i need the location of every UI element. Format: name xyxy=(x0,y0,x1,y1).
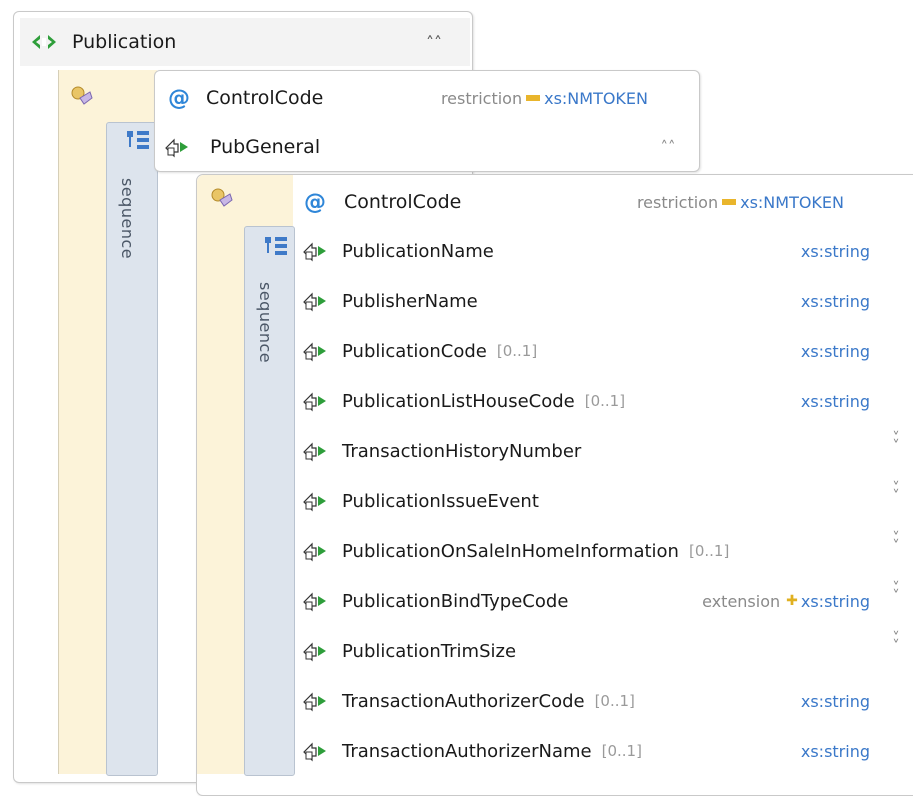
cardinality: [0..1] xyxy=(688,542,730,560)
element-row[interactable]: PublicationName xs:string xyxy=(300,226,870,276)
element-name-group: TransactionAuthorizerCode [0..1] xyxy=(342,691,801,712)
attribute-type: xs:NMTOKEN xyxy=(544,88,648,108)
attributes-group-icon xyxy=(211,188,233,207)
element-name: PublicationBindTypeCode xyxy=(342,590,569,612)
sequence-icon xyxy=(265,237,287,255)
element-type: xs:string xyxy=(800,691,870,711)
cardinality: [0..1] xyxy=(496,342,538,360)
expand-chevron-icon[interactable]: ˅ ˅ xyxy=(888,631,904,654)
restriction-icon xyxy=(722,199,737,205)
element-name-group: PublicationCode [0..1] xyxy=(342,341,801,362)
element-name-group: TransactionHistoryNumber xyxy=(342,441,870,462)
element-arrow-icon xyxy=(302,740,328,762)
element-arrow-icon xyxy=(302,540,328,562)
element-name: TransactionAuthorizerName xyxy=(342,740,592,762)
element-name: TransactionHistoryNumber xyxy=(342,440,582,462)
element-name-group: PublicationIssueEvent xyxy=(342,491,870,512)
element-arrow-icon xyxy=(302,240,328,262)
element-name-group: PublisherName xyxy=(342,291,801,312)
element-type-group: xs:string xyxy=(801,242,870,261)
element-row[interactable]: PublisherName xs:string xyxy=(300,276,870,326)
pubgeneral-name: PubGeneral xyxy=(210,136,321,158)
element-row[interactable]: PublicationOnSaleInHomeInformation [0..1]… xyxy=(300,526,900,576)
expand-chevron-icon[interactable]: ˅ ˅ xyxy=(888,481,904,504)
sequence-label: sequence xyxy=(256,282,275,364)
restriction-icon xyxy=(526,95,541,101)
attribute-name: ControlCode xyxy=(344,191,462,213)
sequence-label: sequence xyxy=(118,178,137,260)
element-type-group: xs:string xyxy=(801,392,870,411)
element-name-group: PublicationOnSaleInHomeInformation [0..1] xyxy=(342,541,870,562)
pubgeneral-header[interactable]: PubGeneral ˄˄ xyxy=(160,124,696,170)
element-type: xs:string xyxy=(800,241,870,261)
element-name: PublicationName xyxy=(342,240,494,262)
element-name: PublisherName xyxy=(342,290,478,312)
element-row[interactable]: PublicationCode [0..1] xs:string xyxy=(300,326,870,376)
element-type: xs:string xyxy=(800,741,870,761)
pubgeneral-attribute-row[interactable]: @ ControlCode restriction xs:NMTOKEN xyxy=(300,180,886,224)
element-type-group: xs:string xyxy=(801,292,870,311)
element-arrow-icon xyxy=(302,390,328,412)
element-arrow-icon xyxy=(165,138,188,158)
element-row[interactable]: TransactionHistoryNumber ˅ ˅ xyxy=(300,426,900,476)
attribute-icon: @ xyxy=(168,85,190,111)
publication-name: Publication xyxy=(72,31,177,53)
element-name-group: PublicationName xyxy=(342,241,801,262)
extension-plus-icon: ✚ xyxy=(786,593,798,609)
collapse-chevron-icon[interactable]: ˄˄ xyxy=(426,33,442,52)
element-icon xyxy=(32,35,56,49)
element-arrow-icon xyxy=(302,340,328,362)
element-name: PublicationListHouseCode xyxy=(342,390,575,412)
expand-chevron-icon[interactable]: ˅ ˅ xyxy=(888,431,904,454)
cardinality: [0..1] xyxy=(584,392,626,410)
element-name: PublicationCode xyxy=(342,340,487,362)
element-row[interactable]: PublicationTrimSize ˅ ˅ xyxy=(300,626,900,676)
element-name: PublicationIssueEvent xyxy=(342,490,539,512)
element-arrow-icon xyxy=(302,590,328,612)
publication-attribute-row[interactable]: @ ControlCode restriction xs:NMTOKEN xyxy=(164,76,684,120)
restriction-label: restriction xyxy=(636,192,719,212)
element-row[interactable]: TransactionAuthorizerName [0..1] xs:string xyxy=(300,726,870,776)
cardinality: [0..1] xyxy=(601,742,642,760)
element-arrow-icon xyxy=(302,640,328,662)
expand-chevron-icon[interactable]: ˅ ˅ xyxy=(888,531,904,554)
collapse-chevron-icon[interactable]: ˄˄ xyxy=(660,138,676,156)
element-name: PublicationTrimSize xyxy=(342,640,517,662)
element-row[interactable]: PublicationListHouseCode [0..1] xs:string xyxy=(300,376,870,426)
element-type: xs:string xyxy=(800,291,870,311)
publication-header[interactable]: Publication ˄˄ xyxy=(20,18,470,66)
attribute-icon: @ xyxy=(304,189,326,215)
element-type: xs:string xyxy=(800,341,870,361)
element-type-group: xs:string xyxy=(801,692,870,711)
attributes-group-icon xyxy=(71,86,93,105)
element-type-group: extension ✚ xs:string xyxy=(702,592,870,611)
restriction-label: restriction xyxy=(440,88,523,108)
element-row[interactable]: PublicationBindTypeCode extension ✚ xs:stri… xyxy=(300,576,900,626)
element-name: PublicationOnSaleInHomeInformation xyxy=(342,540,679,562)
element-type-group: xs:string xyxy=(801,742,870,761)
cardinality: [0..1] xyxy=(594,692,635,710)
element-name-group: PublicationListHouseCode [0..1] xyxy=(342,391,801,412)
element-type-group: xs:string xyxy=(801,342,870,361)
element-arrow-icon xyxy=(302,690,328,712)
element-type: xs:string xyxy=(800,391,870,411)
element-row[interactable]: TransactionAuthorizerCode [0..1] xs:string xyxy=(300,676,870,726)
element-name-group: PublicationTrimSize xyxy=(342,641,870,662)
expand-chevron-icon[interactable]: ˅ ˅ xyxy=(888,581,904,604)
derivation-label: extension xyxy=(702,591,781,611)
element-type: xs:string xyxy=(800,591,870,611)
element-arrow-icon xyxy=(302,490,328,512)
element-name-group: TransactionAuthorizerName [0..1] xyxy=(342,741,801,762)
attribute-name: ControlCode xyxy=(206,87,324,109)
element-arrow-icon xyxy=(302,440,328,462)
element-name-group: PublicationBindTypeCode xyxy=(342,591,702,612)
element-row[interactable]: PublicationIssueEvent ˅ ˅ xyxy=(300,476,900,526)
pubgeneral-element-list: PublicationName xs:string PublisherName xs:… xyxy=(300,226,912,774)
element-name: TransactionAuthorizerCode xyxy=(342,690,585,712)
element-arrow-icon xyxy=(302,290,328,312)
sequence-icon xyxy=(127,131,149,149)
attribute-type: xs:NMTOKEN xyxy=(740,192,844,212)
